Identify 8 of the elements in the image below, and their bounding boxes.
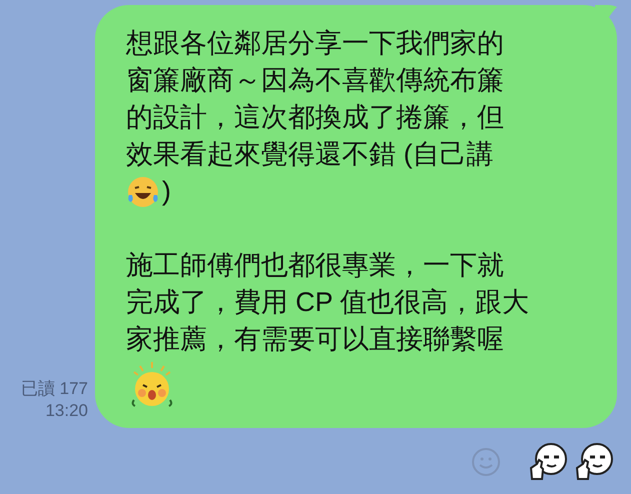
thumbs-up-sticker-icon[interactable] [573,442,615,482]
thumbs-up-sticker-icon[interactable] [527,442,569,482]
message-text: 施工師傅們也都很專業，一下就 完成了，費用 CP 值也很高，跟大 家推薦，有需要可以直接聯繫喔 [126,249,530,356]
laughing-emoji-icon [126,174,160,208]
message-text: ) [162,175,171,208]
message-text: 想跟各位鄰居分享一下我們家的 窗簾廠商～因為不喜歡傳統布簾 的設計，這次都換成了捲簾，但 效果看起來覺得還不錯 (自己講 [126,27,505,171]
message-time: 13:20 [45,400,88,422]
read-receipt: 已讀 177 [20,378,88,400]
